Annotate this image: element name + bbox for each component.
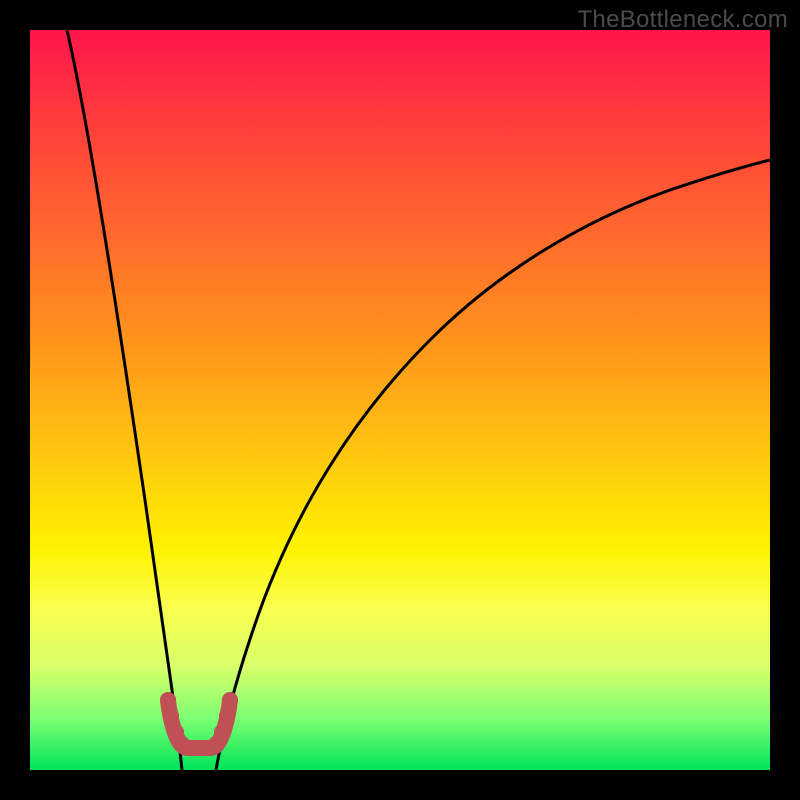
left-branch-curve <box>67 30 182 770</box>
chart-stage: TheBottleneck.com <box>0 0 800 800</box>
marker-dot <box>222 692 238 708</box>
plot-area <box>30 30 770 770</box>
marker-dot <box>219 708 235 724</box>
chart-svg <box>30 30 770 770</box>
marker-dot <box>163 708 179 724</box>
right-branch-curve <box>216 160 770 770</box>
marker-dot <box>214 724 230 740</box>
marker-layer <box>160 692 238 756</box>
marker-dot <box>160 692 176 708</box>
curve-layer <box>67 30 770 770</box>
